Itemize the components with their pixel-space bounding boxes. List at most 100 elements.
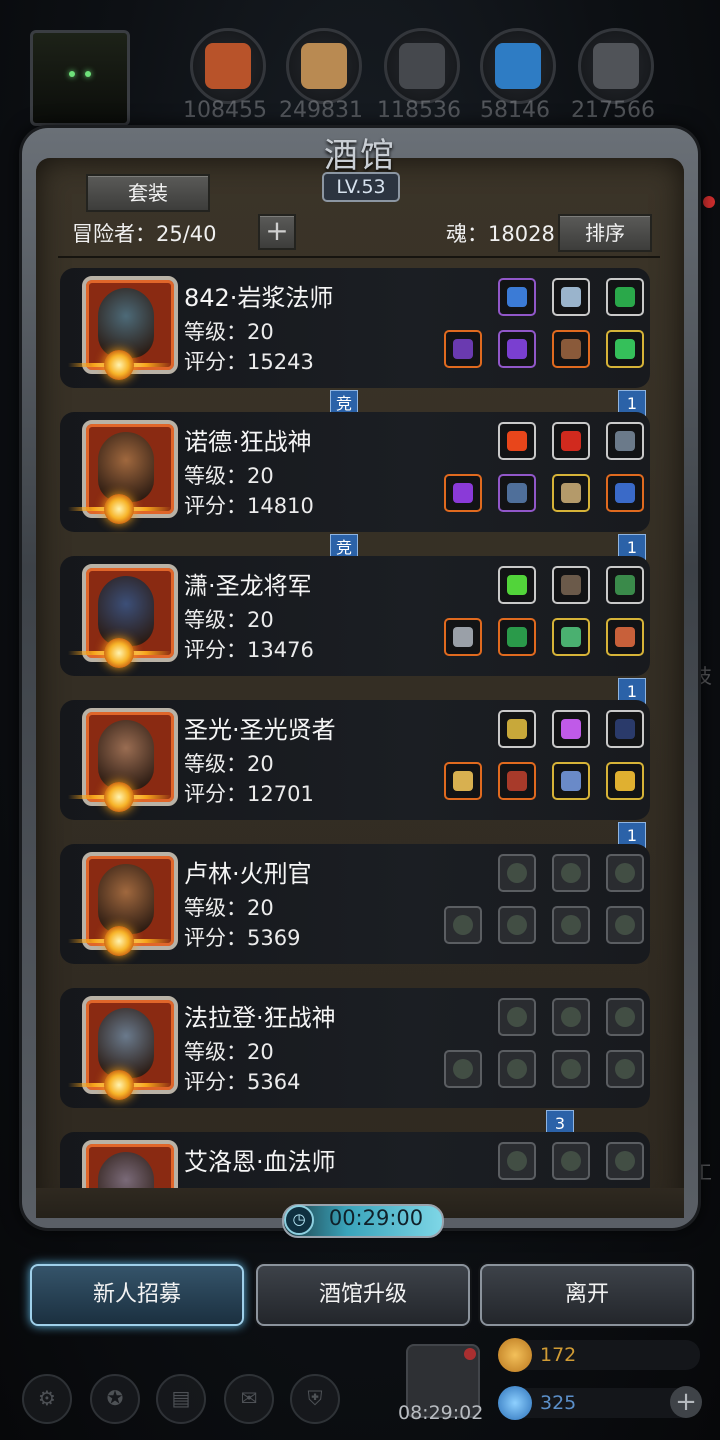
dark-rune-icon[interactable] xyxy=(606,710,644,748)
empty-slot[interactable] xyxy=(552,854,590,892)
expand-slots-button[interactable]: + xyxy=(258,214,296,250)
crystal-icon[interactable] xyxy=(480,28,556,104)
hero-card[interactable]: 潇·圣龙将军 等级：20 评分：13476 xyxy=(60,556,650,676)
equipment-gem xyxy=(561,915,581,935)
hero-name: 圣光·圣光贤者 xyxy=(184,716,336,744)
iron-icon[interactable] xyxy=(384,28,460,104)
tome-icon[interactable] xyxy=(552,330,590,368)
empty-slot[interactable] xyxy=(606,1050,644,1088)
blue-gauntlet-icon[interactable] xyxy=(606,474,644,512)
sword-icon[interactable] xyxy=(444,618,482,656)
equipment-gem xyxy=(453,627,473,647)
sun-emblem-icon xyxy=(104,494,134,524)
equipment-gem xyxy=(615,1007,635,1027)
empty-slot[interactable] xyxy=(606,906,644,944)
tavern-icon[interactable]: ▤ xyxy=(156,1374,206,1424)
stone-icon[interactable] xyxy=(578,28,654,104)
gold-ring-icon[interactable] xyxy=(606,762,644,800)
equipment-gem xyxy=(507,719,527,739)
purple-orb-icon[interactable] xyxy=(498,278,536,316)
hero-face xyxy=(98,1008,154,1078)
equipment-gem xyxy=(615,719,635,739)
equipment-gem xyxy=(561,287,581,307)
hero-name: 潇·圣龙将军 xyxy=(184,572,312,600)
hero-level: 等级：20 xyxy=(184,608,274,632)
stone-count: 217566 xyxy=(571,98,655,123)
crystal-count: 58146 xyxy=(480,98,550,123)
hero-score: 评分：13476 xyxy=(184,638,314,662)
hero-list[interactable]: 842·岩浆法师 等级：20 评分：15243 竞 1 诺德·狂战神 等级：20 评… xyxy=(56,264,656,1188)
hero-card[interactable]: 842·岩浆法师 等级：20 评分：15243 xyxy=(60,268,650,388)
empty-slot[interactable] xyxy=(552,906,590,944)
set-button[interactable]: 套装 xyxy=(86,174,210,212)
empty-slot[interactable] xyxy=(606,1142,644,1180)
gold-helm-icon[interactable] xyxy=(498,710,536,748)
pendant-icon[interactable] xyxy=(552,278,590,316)
hero-name: 法拉登·狂战神 xyxy=(184,1004,336,1032)
empty-slot[interactable] xyxy=(444,906,482,944)
empty-slot[interactable] xyxy=(498,1142,536,1180)
empty-slot[interactable] xyxy=(498,854,536,892)
empty-slot[interactable] xyxy=(444,1050,482,1088)
hero-card[interactable]: 卢林·火刑官 等级：20 评分：5369 xyxy=(60,844,650,964)
hero-card[interactable]: 诺德·狂战神 等级：20 评分：14810 xyxy=(60,412,650,532)
empty-slot[interactable] xyxy=(498,1050,536,1088)
empty-slot[interactable] xyxy=(552,1142,590,1180)
heart-icon[interactable] xyxy=(606,618,644,656)
blue-dagger-icon[interactable] xyxy=(552,762,590,800)
empty-slot[interactable] xyxy=(606,998,644,1036)
star-icon[interactable]: ✪ xyxy=(90,1374,140,1424)
equipment-gem xyxy=(507,287,527,307)
green-potion-icon[interactable] xyxy=(498,566,536,604)
empty-slot[interactable] xyxy=(498,906,536,944)
ring-icon[interactable] xyxy=(552,618,590,656)
hero-card[interactable]: 法拉登·狂战神 等级：20 评分：5364 xyxy=(60,988,650,1108)
hero-score: 评分：15243 xyxy=(184,350,314,374)
mail-icon[interactable]: ✉ xyxy=(224,1374,274,1424)
claw-icon[interactable] xyxy=(552,566,590,604)
empty-slot[interactable] xyxy=(606,854,644,892)
hero-card[interactable]: 艾洛恩·血法师 xyxy=(60,1132,650,1188)
add-currency-button[interactable]: + xyxy=(670,1386,702,1418)
blue-armor-icon[interactable] xyxy=(498,474,536,512)
sun-emblem-icon xyxy=(104,782,134,812)
hammer-icon[interactable] xyxy=(444,762,482,800)
purple-armor-icon[interactable] xyxy=(498,330,536,368)
player-avatar[interactable] xyxy=(30,30,130,126)
settings-icon[interactable]: ⚙ xyxy=(22,1374,72,1424)
equipment-gem xyxy=(561,863,581,883)
hero-name: 诺德·狂战神 xyxy=(184,428,312,456)
sort-button[interactable]: 排序 xyxy=(558,214,652,252)
empty-slot[interactable] xyxy=(552,1050,590,1088)
purple-crystal-icon[interactable] xyxy=(552,710,590,748)
wood-icon[interactable] xyxy=(286,28,362,104)
hero-name: 艾洛恩·血法师 xyxy=(184,1148,336,1176)
red-gem-icon[interactable] xyxy=(552,422,590,460)
hero-score: 评分：14810 xyxy=(184,494,314,518)
dark-emblem-icon[interactable] xyxy=(606,422,644,460)
avatar-eye-icon xyxy=(85,71,91,77)
shield-icon[interactable]: ⛨ xyxy=(290,1374,340,1424)
green-armor-icon[interactable] xyxy=(498,618,536,656)
red-robe-icon[interactable] xyxy=(498,762,536,800)
green-scroll-icon[interactable] xyxy=(606,278,644,316)
green-glove-icon[interactable] xyxy=(606,330,644,368)
staff-icon[interactable] xyxy=(444,330,482,368)
hero-card[interactable]: 圣光·圣光贤者 等级：20 评分：12701 xyxy=(60,700,650,820)
green-talon-icon[interactable] xyxy=(606,566,644,604)
leave-button[interactable]: 离开 xyxy=(480,1264,694,1326)
recruit-timer: 00:29:00 xyxy=(328,1206,424,1230)
empty-slot[interactable] xyxy=(498,998,536,1036)
meat-icon[interactable] xyxy=(190,28,266,104)
equipment-gem xyxy=(507,575,527,595)
recruit-button[interactable]: 新人招募 xyxy=(30,1264,244,1326)
purple-blade-icon[interactable] xyxy=(444,474,482,512)
hero-level: 等级：20 xyxy=(184,464,274,488)
equipment-gem xyxy=(615,915,635,935)
equipment-gem xyxy=(561,575,581,595)
fire-orb-icon[interactable] xyxy=(498,422,536,460)
tavern-upgrade-button[interactable]: 酒馆升级 xyxy=(256,1264,470,1326)
empty-slot[interactable] xyxy=(552,998,590,1036)
bone-club-icon[interactable] xyxy=(552,474,590,512)
hero-portrait[interactable] xyxy=(82,1140,178,1188)
